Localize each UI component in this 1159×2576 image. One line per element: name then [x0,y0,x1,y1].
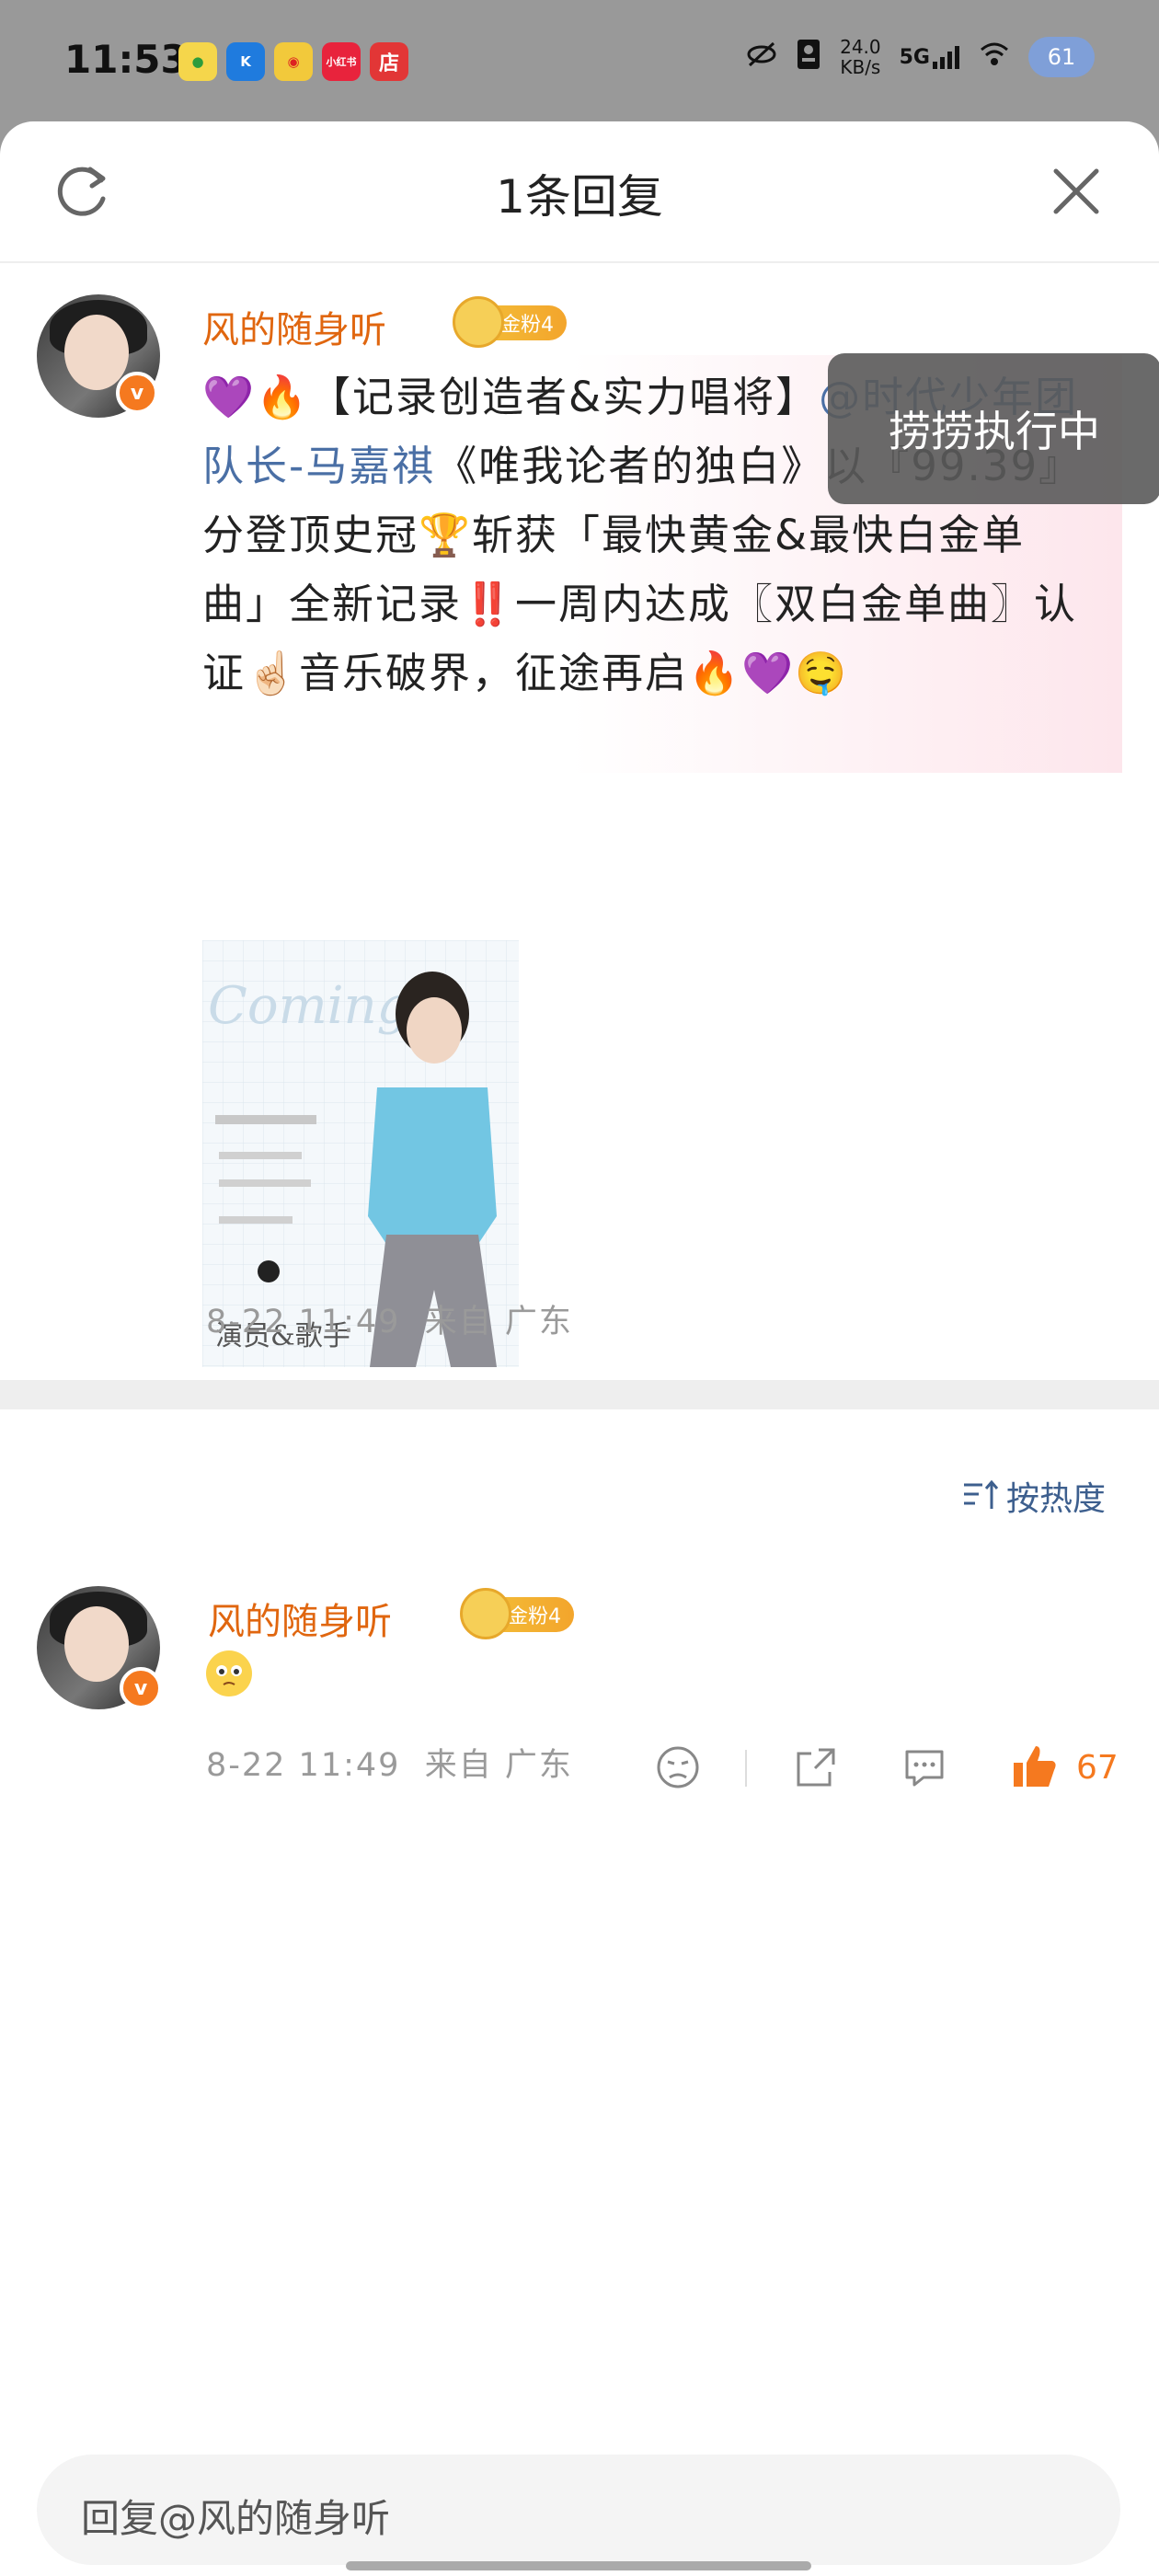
username[interactable]: 风的随身听 [202,300,386,353]
id-card-icon [796,38,821,76]
action-separator [745,1750,747,1787]
section-divider [0,1380,1159,1409]
reply-input-placeholder: 回复@风的随身听 [81,2496,391,2541]
system-indicators: 24.0 KB/s 5G 61 [746,37,1095,77]
eye-off-icon [746,40,777,74]
like-button[interactable]: 67 [1010,1742,1119,1792]
battery-indicator: 61 [1028,37,1095,77]
shop-app-icon: 店 [370,42,408,81]
page-title: 1条回复 [496,170,663,224]
pleading-emoji-icon [206,1650,252,1696]
reply-fan-badge: 金粉4 [460,1588,574,1639]
post-meta: 8-22 11:49 来自 广东 [206,1304,573,1340]
crown-icon [460,1588,511,1639]
share-button[interactable] [793,1744,839,1794]
xiaohongshu-app-icon: 小红书 [322,42,361,81]
home-indicator[interactable] [346,2561,811,2570]
dislike-face-icon [657,1746,699,1788]
crown-icon [453,296,504,348]
status-bar: 11:53 ● K ◉ 小红书 店 24.0 KB/s 5G 61 [0,0,1159,120]
sort-button[interactable]: 按热度 [962,1472,1106,1520]
comment-icon [905,1750,944,1787]
reply-sheet: 1条回复 v 风的随身听 金粉4 💜🔥【记录创造者&实力唱将】@时代少年团队长-… [0,121,1159,2576]
kugou-app-icon: K [226,42,265,81]
share-icon [797,1748,835,1787]
sheet-header: 1条回复 [0,121,1159,263]
fan-badge: 金粉4 [453,296,567,348]
verified-icon: v [116,372,158,414]
notification-icons: ● K ◉ 小红书 店 [178,42,408,81]
net-speed: 24.0 KB/s [840,36,881,78]
weibo-app-icon: ◉ [274,42,313,81]
thumbs-up-icon [1014,1746,1056,1787]
sort-icon [963,1479,999,1509]
overlay-tag[interactable]: 捞捞执行中 [828,353,1159,504]
dislike-button[interactable] [655,1744,701,1794]
comment-button[interactable] [901,1744,947,1794]
like-count: 67 [1076,1748,1119,1787]
verified-icon: v [120,1667,162,1709]
music-app-icon: ● [178,42,217,81]
wifi-icon [979,40,1010,74]
reply-meta: 8-22 11:49 来自 广东 [206,1747,573,1784]
close-button[interactable] [1047,162,1106,221]
reply-username[interactable]: 风的随身听 [208,1592,392,1645]
reply-input[interactable]: 回复@风的随身听 [37,2455,1120,2565]
close-icon [1053,168,1099,214]
poster-coming-text: Coming [208,976,410,1036]
status-time: 11:53 [64,37,188,82]
signal-5g-icon: 5G [900,45,960,69]
